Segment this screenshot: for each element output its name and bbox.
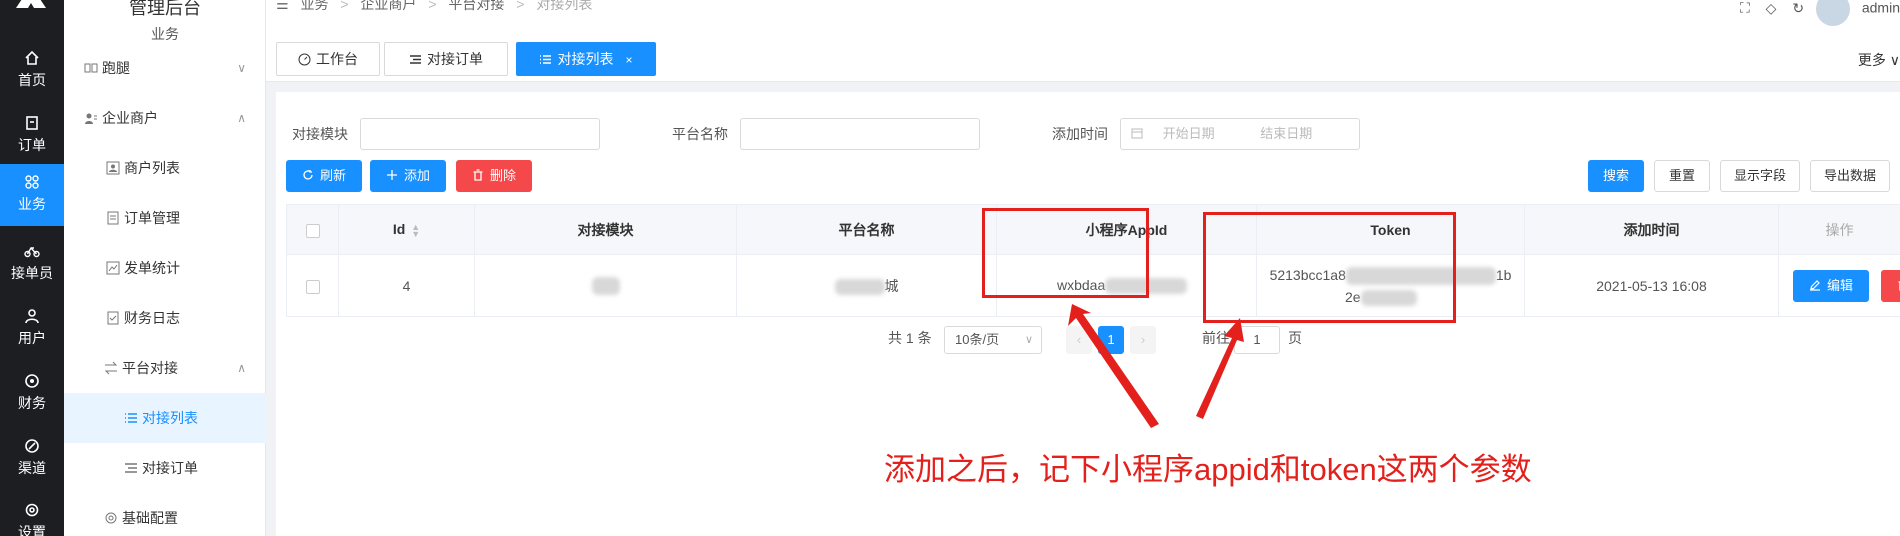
arrow-to-appid <box>1068 304 1159 428</box>
annotation-note: 添加之后，记下小程序appid和token这两个参数 <box>884 452 1532 487</box>
arrow-to-token <box>1196 318 1244 419</box>
